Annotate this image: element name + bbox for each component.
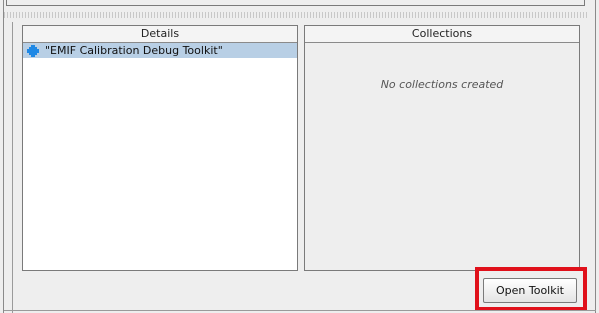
window-left-border [3,0,4,313]
left-gutter-line [12,22,13,313]
list-item-emif-toolkit[interactable]: "EMIF Calibration Debug Toolkit" [23,43,297,58]
window-right-border [595,0,596,313]
toolkit-icon [27,44,39,57]
collections-header: Collections [305,26,579,43]
empty-collections-message: No collections created [380,78,504,91]
toolkit-window: Details "EMIF Calibration Debug Toolkit"… [0,0,599,313]
details-panel: Details "EMIF Calibration Debug Toolkit" [22,25,298,271]
collections-panel: Collections No collections created [304,25,580,271]
list-item-label: "EMIF Calibration Debug Toolkit" [45,43,223,57]
split-pane-divider[interactable] [4,12,589,18]
bottom-border [4,310,596,311]
open-toolkit-button[interactable]: Open Toolkit [483,278,577,303]
details-header: Details [23,26,297,43]
upper-panel [6,0,585,6]
